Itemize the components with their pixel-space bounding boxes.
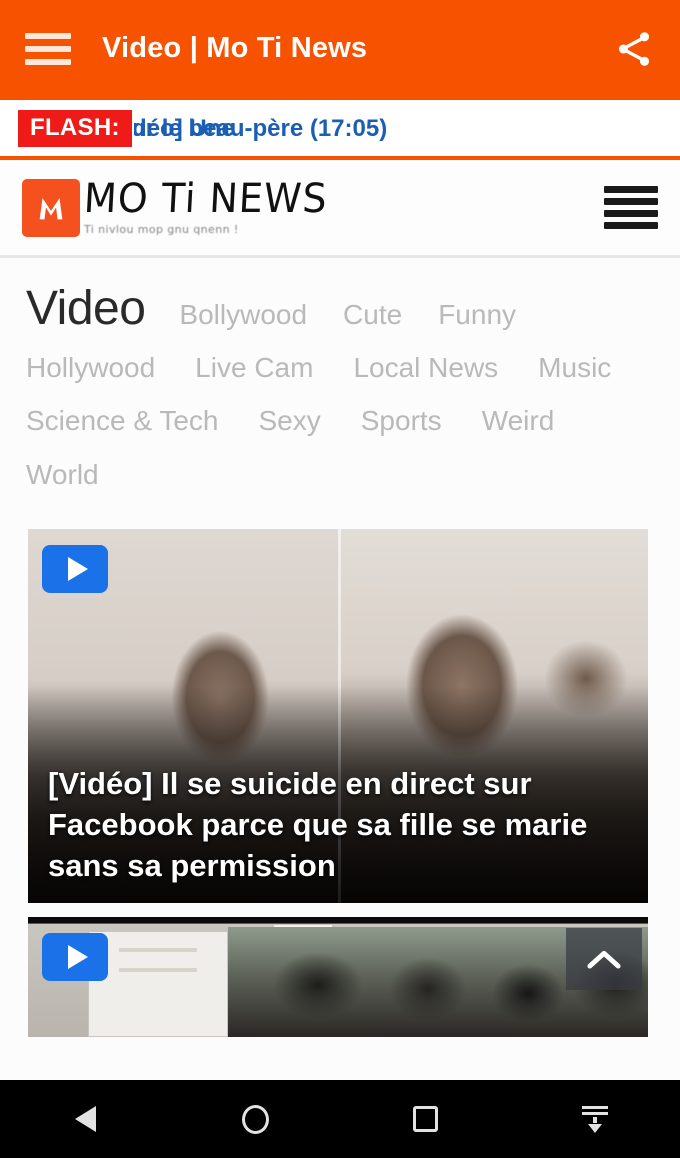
site-logo[interactable] <box>22 178 80 237</box>
recents-square-icon <box>412 1106 438 1132</box>
back-triangle-icon <box>74 1106 96 1132</box>
share-button[interactable] <box>588 0 680 97</box>
site-menu-button[interactable] <box>604 186 658 229</box>
chevron-up-icon <box>587 950 621 969</box>
category-list: Video Bollywood Cute Funny Hollywood Liv… <box>26 282 654 501</box>
nav-back-button[interactable] <box>37 1080 133 1158</box>
category-section: Video Bollywood Cute Funny Hollywood Liv… <box>0 258 680 501</box>
home-circle-icon <box>241 1104 269 1134</box>
play-button[interactable] <box>42 932 108 981</box>
site-logo-word: MO Ti NEWS <box>82 174 329 222</box>
category-cute[interactable]: Cute <box>343 288 402 341</box>
nav-recents-button[interactable] <box>377 1080 473 1158</box>
hamburger-icon <box>25 32 71 65</box>
hamburger-icon-bar <box>604 222 658 229</box>
flash-badge: FLASH: <box>18 109 132 147</box>
nav-home-button[interactable] <box>207 1080 303 1158</box>
flash-ticker-bar[interactable]: FLASH: pour le beau-père (17:05)•[Vidéo]… <box>0 97 680 160</box>
content-area: Video Bollywood Cute Funny Hollywood Liv… <box>0 258 680 1080</box>
app-menu-button[interactable] <box>0 0 96 97</box>
hamburger-icon-bar <box>604 198 658 205</box>
android-nav-bar <box>0 1080 680 1158</box>
m-logo-icon <box>39 197 63 219</box>
app-bar: Video | Mo Ti News <box>0 0 680 97</box>
video-thumbnail <box>28 916 648 1037</box>
video-card[interactable] <box>28 916 648 1037</box>
ticker-item-2: [Vidéo] Une <box>133 115 235 142</box>
category-hollywood[interactable]: Hollywood <box>26 341 155 394</box>
play-button[interactable] <box>42 544 108 593</box>
page-title: Video | Mo Ti News <box>102 32 368 64</box>
category-weird[interactable]: Weird <box>482 394 555 447</box>
thumbnail-sign <box>88 930 228 1037</box>
section-title: Video <box>26 282 146 335</box>
scroll-to-top-button[interactable] <box>566 928 642 990</box>
category-live-cam[interactable]: Live Cam <box>195 341 313 394</box>
category-science-tech[interactable]: Science & Tech <box>26 394 219 447</box>
category-world[interactable]: World <box>26 448 99 501</box>
category-funny[interactable]: Funny <box>438 288 516 341</box>
share-icon <box>618 31 650 66</box>
site-header: MO Ti NEWS Ti nivlou mop gnu qnenn ! <box>0 160 680 255</box>
play-icon <box>67 944 88 969</box>
video-card[interactable]: [Vidéo] Il se suicide en direct sur Face… <box>28 528 648 903</box>
site-logo-text: MO Ti NEWS Ti nivlou mop gnu qnenn ! <box>82 174 329 236</box>
app-screen: Video | Mo Ti News FLASH: pour le beau-p… <box>0 0 680 1158</box>
hamburger-icon-bar <box>604 186 658 193</box>
hamburger-icon-bar <box>604 210 658 217</box>
flash-ticker-track[interactable]: pour le beau-père (17:05)•[Vidéo] Une <box>134 111 680 145</box>
category-music[interactable]: Music <box>538 341 611 394</box>
category-bollywood[interactable]: Bollywood <box>179 288 307 341</box>
site-tagline: Ti nivlou mop gnu qnenn ! <box>84 223 239 236</box>
category-sexy[interactable]: Sexy <box>259 394 321 447</box>
nav-keyboard-hide-button[interactable] <box>547 1080 643 1158</box>
category-sports[interactable]: Sports <box>361 394 442 447</box>
play-icon <box>67 556 88 581</box>
keyboard-hide-icon <box>582 1105 608 1133</box>
video-title: [Vidéo] Il se suicide en direct sur Face… <box>48 766 588 883</box>
category-local-news[interactable]: Local News <box>353 341 498 394</box>
